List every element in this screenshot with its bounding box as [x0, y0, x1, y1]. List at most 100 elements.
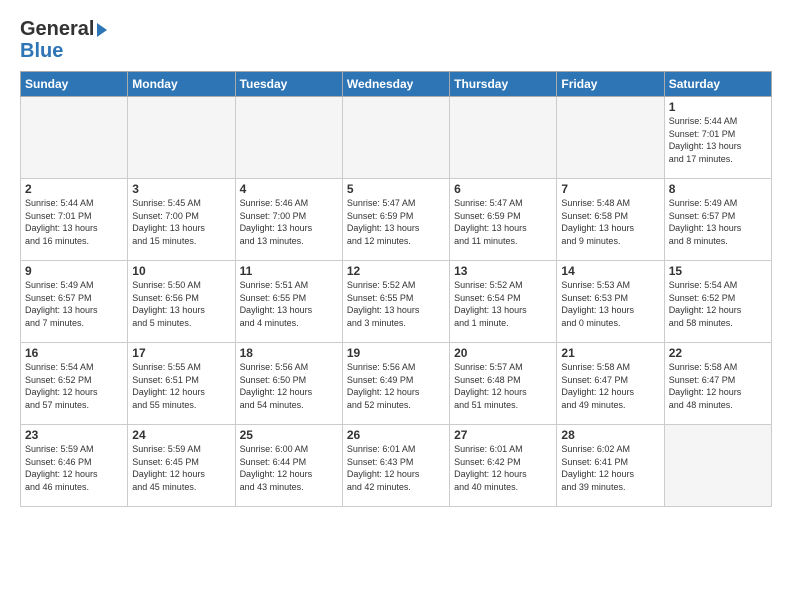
- calendar-cell: 22Sunrise: 5:58 AM Sunset: 6:47 PM Dayli…: [664, 343, 771, 425]
- calendar-week-row: 9Sunrise: 5:49 AM Sunset: 6:57 PM Daylig…: [21, 261, 772, 343]
- calendar-cell: 11Sunrise: 5:51 AM Sunset: 6:55 PM Dayli…: [235, 261, 342, 343]
- calendar-table: SundayMondayTuesdayWednesdayThursdayFrid…: [20, 71, 772, 507]
- day-info: Sunrise: 5:58 AM Sunset: 6:47 PM Dayligh…: [669, 361, 767, 411]
- calendar-cell: 9Sunrise: 5:49 AM Sunset: 6:57 PM Daylig…: [21, 261, 128, 343]
- day-info: Sunrise: 5:50 AM Sunset: 6:56 PM Dayligh…: [132, 279, 230, 329]
- day-number: 24: [132, 428, 230, 442]
- calendar-cell: 13Sunrise: 5:52 AM Sunset: 6:54 PM Dayli…: [450, 261, 557, 343]
- day-info: Sunrise: 6:00 AM Sunset: 6:44 PM Dayligh…: [240, 443, 338, 493]
- day-number: 23: [25, 428, 123, 442]
- day-number: 1: [669, 100, 767, 114]
- calendar-cell: 14Sunrise: 5:53 AM Sunset: 6:53 PM Dayli…: [557, 261, 664, 343]
- weekday-header-saturday: Saturday: [664, 72, 771, 97]
- calendar-cell: 19Sunrise: 5:56 AM Sunset: 6:49 PM Dayli…: [342, 343, 449, 425]
- day-number: 27: [454, 428, 552, 442]
- calendar-cell: [557, 97, 664, 179]
- day-info: Sunrise: 5:49 AM Sunset: 6:57 PM Dayligh…: [25, 279, 123, 329]
- logo-blue: Blue: [20, 41, 63, 61]
- day-info: Sunrise: 5:47 AM Sunset: 6:59 PM Dayligh…: [454, 197, 552, 247]
- calendar-week-row: 16Sunrise: 5:54 AM Sunset: 6:52 PM Dayli…: [21, 343, 772, 425]
- weekday-header-wednesday: Wednesday: [342, 72, 449, 97]
- calendar-cell: 15Sunrise: 5:54 AM Sunset: 6:52 PM Dayli…: [664, 261, 771, 343]
- calendar-cell: 2Sunrise: 5:44 AM Sunset: 7:01 PM Daylig…: [21, 179, 128, 261]
- day-number: 17: [132, 346, 230, 360]
- day-number: 16: [25, 346, 123, 360]
- calendar-week-row: 1Sunrise: 5:44 AM Sunset: 7:01 PM Daylig…: [21, 97, 772, 179]
- logo: General Blue: [20, 18, 107, 61]
- day-number: 7: [561, 182, 659, 196]
- day-info: Sunrise: 6:02 AM Sunset: 6:41 PM Dayligh…: [561, 443, 659, 493]
- day-info: Sunrise: 5:45 AM Sunset: 7:00 PM Dayligh…: [132, 197, 230, 247]
- calendar-cell: 17Sunrise: 5:55 AM Sunset: 6:51 PM Dayli…: [128, 343, 235, 425]
- calendar-cell: 18Sunrise: 5:56 AM Sunset: 6:50 PM Dayli…: [235, 343, 342, 425]
- calendar-cell: [664, 425, 771, 507]
- calendar-cell: 16Sunrise: 5:54 AM Sunset: 6:52 PM Dayli…: [21, 343, 128, 425]
- calendar-cell: 8Sunrise: 5:49 AM Sunset: 6:57 PM Daylig…: [664, 179, 771, 261]
- calendar-cell: 4Sunrise: 5:46 AM Sunset: 7:00 PM Daylig…: [235, 179, 342, 261]
- weekday-header-sunday: Sunday: [21, 72, 128, 97]
- day-info: Sunrise: 5:44 AM Sunset: 7:01 PM Dayligh…: [25, 197, 123, 247]
- day-number: 20: [454, 346, 552, 360]
- weekday-header-thursday: Thursday: [450, 72, 557, 97]
- day-number: 11: [240, 264, 338, 278]
- day-number: 8: [669, 182, 767, 196]
- logo-arrow-icon: [97, 23, 107, 37]
- calendar-cell: 7Sunrise: 5:48 AM Sunset: 6:58 PM Daylig…: [557, 179, 664, 261]
- calendar-week-row: 2Sunrise: 5:44 AM Sunset: 7:01 PM Daylig…: [21, 179, 772, 261]
- logo-general: General: [20, 18, 94, 41]
- calendar-cell: 12Sunrise: 5:52 AM Sunset: 6:55 PM Dayli…: [342, 261, 449, 343]
- day-number: 26: [347, 428, 445, 442]
- day-number: 13: [454, 264, 552, 278]
- header: General Blue: [20, 18, 772, 61]
- day-info: Sunrise: 5:46 AM Sunset: 7:00 PM Dayligh…: [240, 197, 338, 247]
- calendar-cell: [128, 97, 235, 179]
- day-info: Sunrise: 5:56 AM Sunset: 6:49 PM Dayligh…: [347, 361, 445, 411]
- day-info: Sunrise: 5:44 AM Sunset: 7:01 PM Dayligh…: [669, 115, 767, 165]
- day-number: 3: [132, 182, 230, 196]
- day-number: 28: [561, 428, 659, 442]
- day-number: 9: [25, 264, 123, 278]
- day-info: Sunrise: 5:54 AM Sunset: 6:52 PM Dayligh…: [25, 361, 123, 411]
- day-info: Sunrise: 5:56 AM Sunset: 6:50 PM Dayligh…: [240, 361, 338, 411]
- day-number: 2: [25, 182, 123, 196]
- day-info: Sunrise: 5:52 AM Sunset: 6:54 PM Dayligh…: [454, 279, 552, 329]
- day-number: 6: [454, 182, 552, 196]
- calendar-cell: [235, 97, 342, 179]
- day-info: Sunrise: 6:01 AM Sunset: 6:42 PM Dayligh…: [454, 443, 552, 493]
- day-info: Sunrise: 5:49 AM Sunset: 6:57 PM Dayligh…: [669, 197, 767, 247]
- day-number: 5: [347, 182, 445, 196]
- calendar-cell: 5Sunrise: 5:47 AM Sunset: 6:59 PM Daylig…: [342, 179, 449, 261]
- day-info: Sunrise: 5:59 AM Sunset: 6:46 PM Dayligh…: [25, 443, 123, 493]
- calendar-cell: 20Sunrise: 5:57 AM Sunset: 6:48 PM Dayli…: [450, 343, 557, 425]
- weekday-header-friday: Friday: [557, 72, 664, 97]
- calendar-cell: 21Sunrise: 5:58 AM Sunset: 6:47 PM Dayli…: [557, 343, 664, 425]
- calendar-cell: [450, 97, 557, 179]
- calendar-cell: 26Sunrise: 6:01 AM Sunset: 6:43 PM Dayli…: [342, 425, 449, 507]
- day-info: Sunrise: 5:53 AM Sunset: 6:53 PM Dayligh…: [561, 279, 659, 329]
- calendar-cell: 25Sunrise: 6:00 AM Sunset: 6:44 PM Dayli…: [235, 425, 342, 507]
- day-number: 15: [669, 264, 767, 278]
- day-info: Sunrise: 5:48 AM Sunset: 6:58 PM Dayligh…: [561, 197, 659, 247]
- calendar-week-row: 23Sunrise: 5:59 AM Sunset: 6:46 PM Dayli…: [21, 425, 772, 507]
- day-info: Sunrise: 5:52 AM Sunset: 6:55 PM Dayligh…: [347, 279, 445, 329]
- calendar-cell: 27Sunrise: 6:01 AM Sunset: 6:42 PM Dayli…: [450, 425, 557, 507]
- day-number: 14: [561, 264, 659, 278]
- calendar-cell: 28Sunrise: 6:02 AM Sunset: 6:41 PM Dayli…: [557, 425, 664, 507]
- weekday-header-row: SundayMondayTuesdayWednesdayThursdayFrid…: [21, 72, 772, 97]
- day-number: 10: [132, 264, 230, 278]
- weekday-header-monday: Monday: [128, 72, 235, 97]
- day-info: Sunrise: 5:57 AM Sunset: 6:48 PM Dayligh…: [454, 361, 552, 411]
- calendar-cell: 24Sunrise: 5:59 AM Sunset: 6:45 PM Dayli…: [128, 425, 235, 507]
- calendar-cell: [342, 97, 449, 179]
- day-info: Sunrise: 5:58 AM Sunset: 6:47 PM Dayligh…: [561, 361, 659, 411]
- day-info: Sunrise: 6:01 AM Sunset: 6:43 PM Dayligh…: [347, 443, 445, 493]
- day-info: Sunrise: 5:51 AM Sunset: 6:55 PM Dayligh…: [240, 279, 338, 329]
- calendar-cell: 23Sunrise: 5:59 AM Sunset: 6:46 PM Dayli…: [21, 425, 128, 507]
- day-number: 19: [347, 346, 445, 360]
- day-number: 22: [669, 346, 767, 360]
- day-number: 25: [240, 428, 338, 442]
- day-number: 21: [561, 346, 659, 360]
- day-info: Sunrise: 5:47 AM Sunset: 6:59 PM Dayligh…: [347, 197, 445, 247]
- calendar-cell: 6Sunrise: 5:47 AM Sunset: 6:59 PM Daylig…: [450, 179, 557, 261]
- weekday-header-tuesday: Tuesday: [235, 72, 342, 97]
